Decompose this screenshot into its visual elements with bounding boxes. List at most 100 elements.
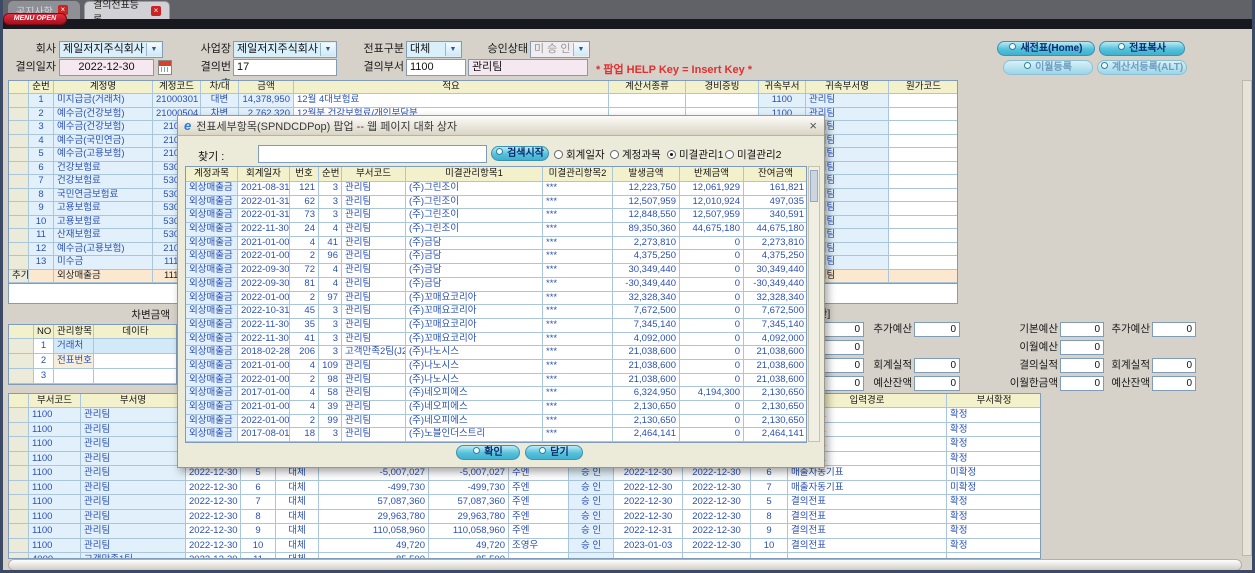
cell[interactable]: 12,223,750	[613, 182, 680, 196]
cell[interactable]: 96	[319, 250, 342, 265]
cell[interactable]: 2	[290, 250, 319, 265]
cell[interactable]: 110,058,960	[429, 524, 509, 539]
table-row[interactable]: 외상매출금 2022-11-30 35 3 관리팀 (주)꼬매요코리아 *** 7,345,1…	[186, 318, 806, 333]
cell[interactable]: 2017-01-00	[238, 387, 290, 401]
cell[interactable]	[889, 162, 957, 175]
cell[interactable]: 73	[290, 209, 319, 224]
cell[interactable]: 10	[751, 538, 788, 553]
cell[interactable]	[9, 408, 29, 423]
cell[interactable]: 340,591	[744, 209, 806, 224]
cell[interactable]	[9, 509, 29, 524]
cell[interactable]: 7	[241, 495, 276, 510]
cell[interactable]: 39	[319, 401, 342, 415]
cell[interactable]: 관리팀	[342, 250, 406, 265]
cell[interactable]: (주)그린조이	[406, 195, 543, 210]
cell[interactable]: 24	[290, 223, 319, 237]
cell[interactable]: 12,507,959	[613, 195, 680, 210]
cell[interactable]: -499,730	[429, 480, 509, 495]
cell[interactable]	[9, 451, 29, 466]
cell[interactable]: 관리팀	[81, 422, 186, 437]
cell[interactable]: 18	[290, 428, 319, 443]
cell[interactable]: 2	[290, 373, 319, 388]
cell[interactable]: ***	[543, 264, 613, 278]
cell[interactable]: 6	[29, 161, 54, 175]
cell[interactable]: 2022-12-30	[614, 509, 683, 524]
cell[interactable]: 4	[290, 401, 319, 415]
cell[interactable]: 12월 4대보험료	[294, 94, 609, 108]
cell[interactable]: 관리팀	[342, 223, 406, 237]
cell[interactable]: 4	[290, 387, 319, 401]
cell[interactable]: (주)꼬매요코리아	[406, 291, 543, 306]
cell[interactable]: 미확정	[947, 481, 1040, 495]
cell[interactable]: 12,010,924	[680, 195, 744, 210]
cell[interactable]	[29, 269, 54, 283]
cell[interactable]: 1	[29, 94, 54, 108]
cell[interactable]: 57,087,360	[429, 495, 509, 510]
table-row[interactable]: 2 전표번호	[9, 354, 176, 369]
cell[interactable]: 외상매출금	[186, 250, 238, 265]
table-row[interactable]: 1100 관리팀 2022-12-30 6 대체 -499,730 -499,730 주엔 승 …	[9, 480, 1040, 495]
cell[interactable]: 2021-08-31	[238, 182, 290, 196]
cell[interactable]: (주)금담	[406, 236, 543, 251]
cell[interactable]: 21,038,600	[613, 359, 680, 374]
cell[interactable]: 승 인	[569, 509, 614, 524]
cell[interactable]: ***	[543, 346, 613, 360]
cell[interactable]	[9, 256, 29, 270]
cell[interactable]: 외상매출금	[186, 264, 238, 278]
cell[interactable]	[9, 229, 29, 243]
cell[interactable]: 관리팀	[81, 480, 186, 495]
cell[interactable]: 0	[680, 277, 744, 292]
radio-checked-icon[interactable]	[667, 150, 676, 159]
cell[interactable]: 21,038,600	[744, 346, 806, 360]
chevron-down-icon[interactable]: ▼	[320, 43, 335, 56]
cell[interactable]: 58	[319, 387, 342, 401]
cell[interactable]: ***	[543, 318, 613, 333]
cell[interactable]: ***	[543, 291, 613, 306]
cell[interactable]: 1100	[29, 408, 81, 423]
cell[interactable]: 2,130,650	[744, 415, 806, 429]
cell[interactable]: 2022-12-30	[683, 524, 751, 539]
cell[interactable]: 4,194,300	[680, 387, 744, 401]
table-row[interactable]: 1100 관리팀 2022-12-30 10 대체 49,720 49,720 조영우 승 인2…	[9, 538, 1040, 553]
cell[interactable]: 9	[751, 524, 788, 539]
cell[interactable]: ***	[543, 250, 613, 265]
cell[interactable]	[54, 369, 94, 384]
cell[interactable]: 21000301	[153, 94, 201, 108]
cell[interactable]: 관리팀	[342, 182, 406, 196]
cell[interactable]: 1100	[29, 451, 81, 466]
table-row[interactable]: 외상매출금 2021-01-00 4 39 관리팀 (주)네오피에스 *** 2,130,65…	[186, 401, 806, 415]
cell[interactable]: 대체	[276, 480, 319, 495]
radio-icon[interactable]	[554, 150, 563, 159]
cell[interactable]	[686, 94, 759, 108]
radio-pending1[interactable]: 미결관리1	[667, 147, 723, 162]
cell[interactable]: 11	[29, 229, 54, 243]
cell[interactable]: 0	[680, 359, 744, 374]
cell[interactable]: 2022-01-31	[238, 209, 290, 224]
cell[interactable]: 2022-12-31	[614, 524, 683, 539]
cell[interactable]: 10	[241, 538, 276, 553]
table-row[interactable]: 외상매출금 2022-11-30 24 4 관리팀 (주)그린조이 *** 89,350,36…	[186, 223, 806, 237]
table-row[interactable]: 외상매출금 2022-09-30 72 4 관리팀 (주)금담 *** 30,349,440 0…	[186, 264, 806, 278]
slip-type-select[interactable]: 대체 ▼	[406, 41, 462, 58]
cell[interactable]: 2022-01-31	[238, 195, 290, 210]
cell[interactable]: (주)그린조이	[406, 182, 543, 196]
modal-scrollbar[interactable]	[808, 166, 820, 442]
cell[interactable]: 2021-01-00	[238, 236, 290, 251]
cell[interactable]: 2022-11-30	[238, 223, 290, 237]
cell[interactable]: 2022-12-30	[683, 466, 751, 481]
cell[interactable]: 13	[29, 256, 54, 270]
cell[interactable]: 4,375,250	[744, 250, 806, 265]
cell[interactable]	[9, 215, 29, 229]
remain-input[interactable]: 0	[914, 376, 960, 391]
cell[interactable]: (주)금담	[406, 250, 543, 265]
cell[interactable]: 확정	[947, 452, 1040, 466]
cell[interactable]: 7,345,140	[613, 318, 680, 333]
carryover-budget-input[interactable]: 0	[1060, 340, 1104, 355]
cell[interactable]: 주엔	[509, 466, 569, 481]
cell[interactable]: 57,087,360	[319, 495, 429, 510]
cell[interactable]	[9, 121, 29, 135]
cell[interactable]: 44,675,180	[680, 223, 744, 237]
cell[interactable]: 2022-12-30	[683, 495, 751, 510]
cell[interactable]: 110,058,960	[319, 524, 429, 539]
cell[interactable]: 2022-12-30	[614, 480, 683, 495]
